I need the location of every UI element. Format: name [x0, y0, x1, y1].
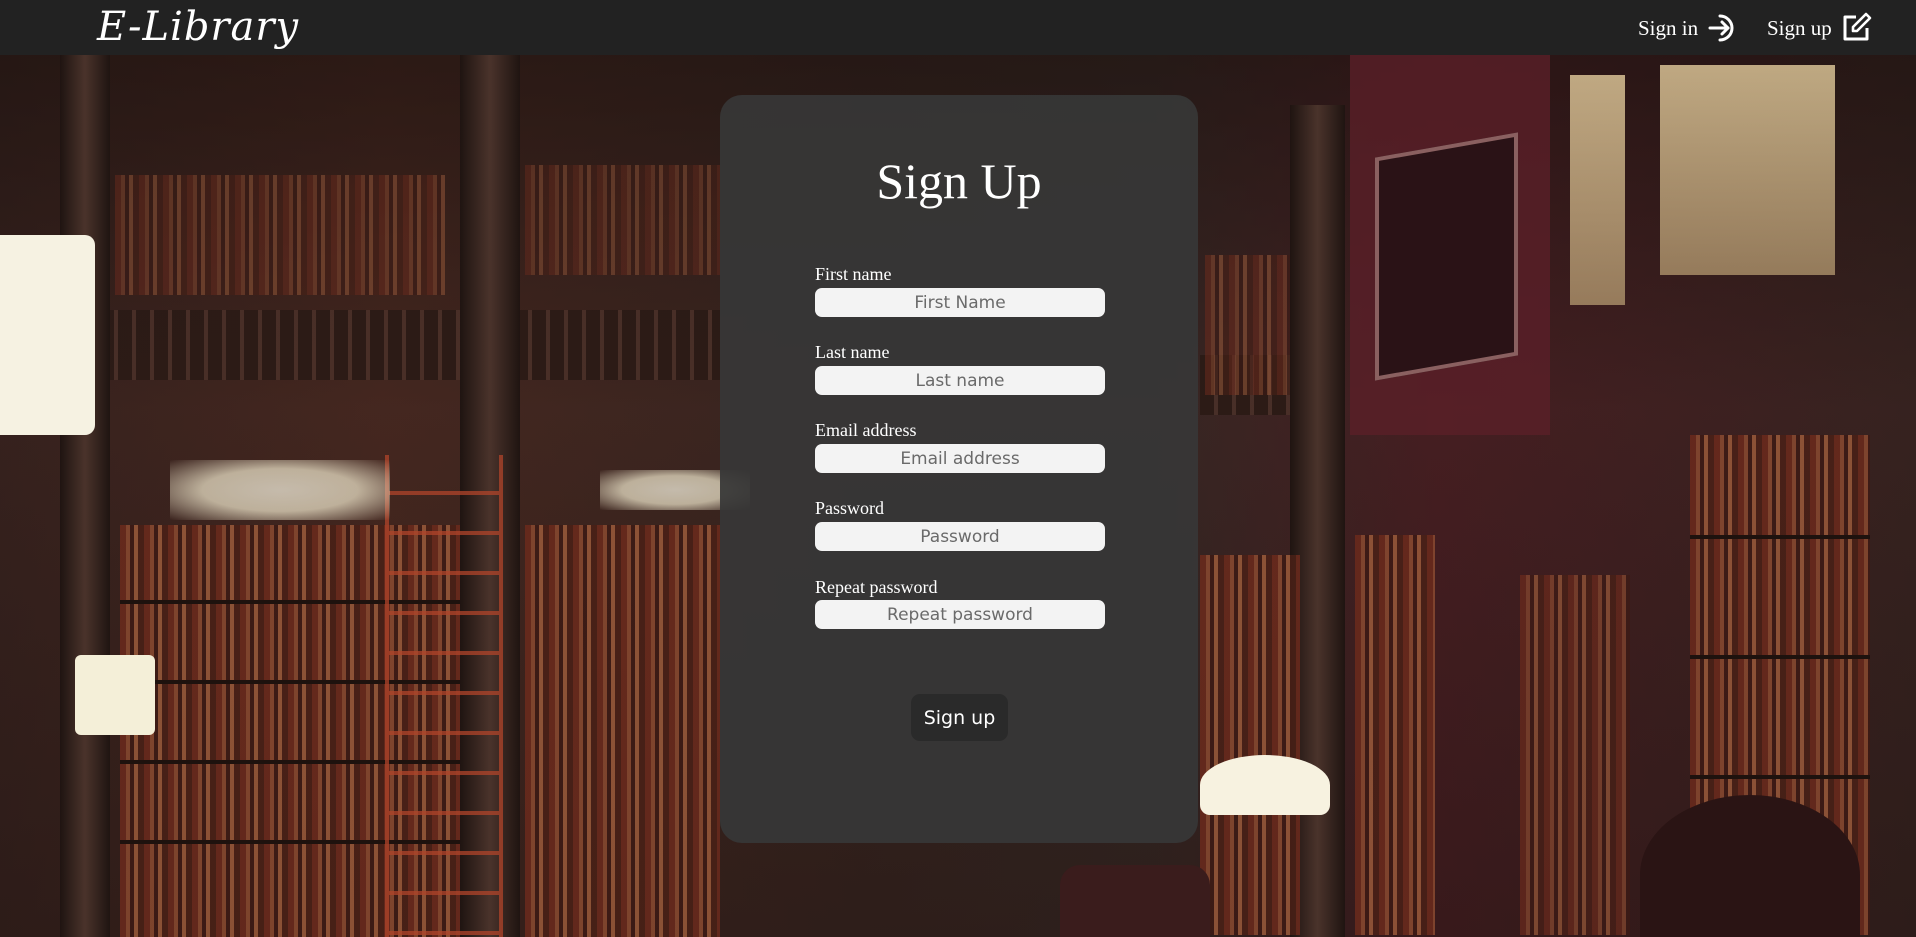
library-ladder [385, 455, 503, 937]
upper-bookshelf-left [115, 175, 445, 295]
floor-lamp-right [1200, 755, 1330, 815]
form-title: Sign Up [876, 153, 1042, 209]
first-name-label: First name [815, 264, 892, 284]
password-label: Password [815, 498, 885, 518]
nav-sign-in-link[interactable]: Sign in [1638, 12, 1742, 44]
signup-form-card: Sign Up First name Last name Email addre… [720, 95, 1198, 843]
bookshelf-lower-mid-right [1200, 555, 1300, 935]
repeat-password-label: Repeat password [815, 577, 938, 597]
edit-square-icon [1840, 12, 1872, 44]
window [1660, 65, 1835, 275]
upper-bookshelf-center [525, 165, 720, 275]
bookshelf-right-2 [1520, 575, 1630, 935]
arch-light [170, 460, 390, 520]
shelf-divider [1690, 775, 1870, 779]
sign-in-icon [1706, 12, 1742, 44]
nav-sign-in-label: Sign in [1638, 15, 1699, 40]
first-name-input[interactable] [815, 288, 1105, 317]
repeat-password-input[interactable] [815, 600, 1105, 629]
email-input[interactable] [815, 444, 1105, 473]
upper-gallery-left [100, 310, 720, 380]
brand-logo[interactable]: E-Library [97, 2, 299, 52]
armchair [1060, 865, 1210, 937]
nav-sign-up-label: Sign up [1767, 15, 1832, 40]
bookshelf-lower-center [525, 525, 720, 937]
password-input[interactable] [815, 522, 1105, 551]
shelf-divider [1690, 535, 1870, 539]
lamp-shade-left [0, 235, 95, 435]
top-navbar: E-Library Sign in Sign up [0, 0, 1916, 55]
last-name-input[interactable] [815, 366, 1105, 395]
email-label: Email address [815, 420, 917, 440]
bookshelf-right-1 [1355, 535, 1435, 935]
sign-up-submit-button[interactable]: Sign up [911, 694, 1008, 741]
window [1570, 75, 1625, 305]
last-name-label: Last name [815, 342, 890, 362]
wall-painting [1375, 132, 1518, 381]
shelf-divider [1690, 655, 1870, 659]
upper-bookshelf-right [1205, 255, 1300, 395]
nav-sign-up-link[interactable]: Sign up [1767, 12, 1872, 44]
column-left [60, 55, 110, 937]
floor-lamp-left [75, 655, 155, 735]
